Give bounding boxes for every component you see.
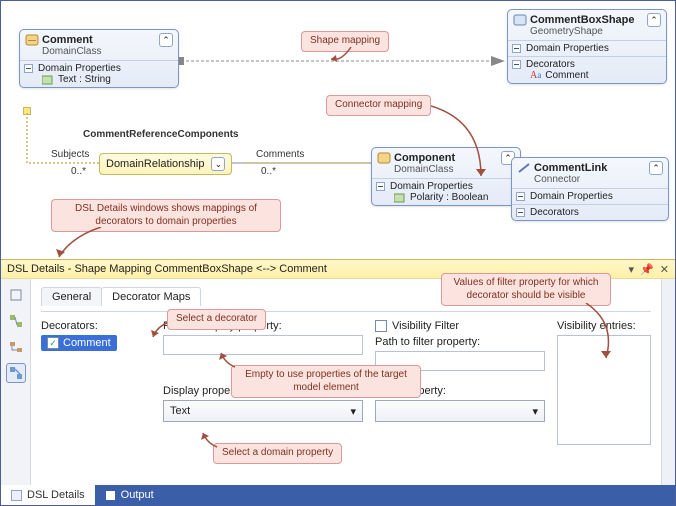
role-label: Subjects bbox=[51, 149, 89, 160]
minus-icon[interactable] bbox=[512, 60, 521, 69]
tab-dsl-details[interactable]: DSL Details bbox=[1, 485, 95, 505]
lollipop-icon bbox=[23, 107, 31, 115]
callout-select-decorator: Select a decorator bbox=[167, 309, 266, 330]
domain-relationship[interactable]: DomainRelationship ⌄ bbox=[99, 153, 232, 175]
callout-visibility-entries: Values of filter property for which deco… bbox=[441, 273, 611, 306]
minus-icon[interactable] bbox=[24, 64, 33, 73]
minus-icon[interactable] bbox=[376, 182, 385, 191]
multiplicity: 0..* bbox=[71, 166, 86, 177]
shape-icon bbox=[513, 14, 527, 26]
relationship-name: CommentReferenceComponents bbox=[83, 129, 239, 140]
collapse-icon[interactable]: ⌃ bbox=[647, 13, 661, 27]
dropdown-icon[interactable]: ▾ bbox=[629, 263, 635, 276]
minus-icon[interactable] bbox=[516, 208, 525, 217]
close-icon[interactable]: ✕ bbox=[660, 263, 669, 276]
tab-output[interactable]: Output bbox=[95, 485, 164, 505]
class-icon bbox=[25, 34, 39, 46]
relationship-label: DomainRelationship bbox=[106, 158, 204, 170]
tab-label: Output bbox=[121, 489, 154, 501]
display-prop-value: Text bbox=[170, 405, 190, 417]
multiplicity: 0..* bbox=[261, 166, 276, 177]
tool-maps[interactable] bbox=[6, 363, 26, 383]
callout-select-domain-prop: Select a domain property bbox=[213, 443, 342, 464]
class-icon bbox=[377, 152, 391, 164]
scrollbar[interactable] bbox=[661, 279, 675, 485]
decorators-label: Decorators: bbox=[41, 320, 151, 332]
tool-1[interactable] bbox=[6, 285, 26, 305]
section-label: Decorators bbox=[526, 59, 575, 70]
property-icon bbox=[42, 75, 54, 85]
section-label: Domain Properties bbox=[526, 43, 609, 54]
node-title: CommentLink bbox=[534, 162, 607, 174]
property-text: Text : String bbox=[58, 74, 111, 85]
tab-label: DSL Details bbox=[27, 489, 85, 501]
visibility-filter-checkbox[interactable]: ✓ bbox=[375, 320, 387, 332]
collapse-icon[interactable]: ⌃ bbox=[159, 33, 173, 47]
chevron-down-icon: ▾ bbox=[532, 405, 538, 418]
callout-connector-mapping: Connector mapping bbox=[326, 95, 431, 116]
tab-icon bbox=[105, 490, 116, 501]
font-icon: Aa bbox=[530, 70, 541, 81]
collapse-icon[interactable]: ⌃ bbox=[649, 161, 663, 175]
decorator-name: Comment bbox=[63, 337, 111, 349]
node-subtitle: DomainClass bbox=[20, 46, 178, 60]
property-icon bbox=[394, 193, 406, 203]
section-label: Domain Properties bbox=[530, 191, 613, 202]
comment-class[interactable]: Comment ⌃ DomainClass Domain Properties … bbox=[19, 29, 179, 88]
decorator-item[interactable]: ✓ Comment bbox=[41, 335, 117, 351]
path-filter-label: Path to filter property: bbox=[375, 336, 545, 348]
callout-empty-path: Empty to use properties of the target mo… bbox=[231, 365, 421, 398]
checkbox-icon[interactable]: ✓ bbox=[47, 337, 59, 349]
path-display-input[interactable] bbox=[163, 335, 363, 355]
filter-prop-select[interactable]: ▾ bbox=[375, 400, 545, 422]
display-prop-select[interactable]: Text ▾ bbox=[163, 400, 363, 422]
tab-decorator-maps[interactable]: Decorator Maps bbox=[101, 287, 201, 306]
tool-3[interactable] bbox=[6, 337, 26, 357]
details-title: DSL Details - Shape Mapping CommentBoxSh… bbox=[7, 263, 327, 275]
tab-icon bbox=[11, 490, 22, 501]
chevron-down-icon: ▾ bbox=[350, 405, 356, 418]
decorator-text: Comment bbox=[545, 70, 588, 81]
chevron-icon[interactable]: ⌄ bbox=[211, 157, 225, 171]
minus-icon[interactable] bbox=[512, 44, 521, 53]
node-subtitle: GeometryShape bbox=[508, 26, 666, 40]
section-label: Domain Properties bbox=[390, 181, 473, 192]
section-label: Domain Properties bbox=[38, 63, 121, 74]
node-title: CommentBoxShape bbox=[530, 14, 635, 26]
tab-general[interactable]: General bbox=[41, 287, 102, 306]
connector-icon bbox=[517, 162, 531, 174]
bottom-tab-bar: DSL Details Output bbox=[1, 485, 675, 505]
minus-icon[interactable] bbox=[516, 192, 525, 201]
tool-2[interactable] bbox=[6, 311, 26, 331]
comment-link[interactable]: CommentLink ⌃ Connector Domain Propertie… bbox=[511, 157, 669, 221]
role-label: Comments bbox=[256, 149, 304, 160]
property-text: Polarity : Boolean bbox=[410, 192, 488, 203]
visibility-filter-label: Visibility Filter bbox=[392, 320, 459, 332]
commentbox-shape[interactable]: CommentBoxShape ⌃ GeometryShape Domain P… bbox=[507, 9, 667, 84]
section-label: Decorators bbox=[530, 207, 579, 218]
node-subtitle: Connector bbox=[512, 174, 668, 188]
details-toolbar bbox=[1, 279, 31, 485]
pin-icon[interactable]: 📌 bbox=[640, 263, 654, 276]
node-title: Comment bbox=[42, 34, 93, 46]
